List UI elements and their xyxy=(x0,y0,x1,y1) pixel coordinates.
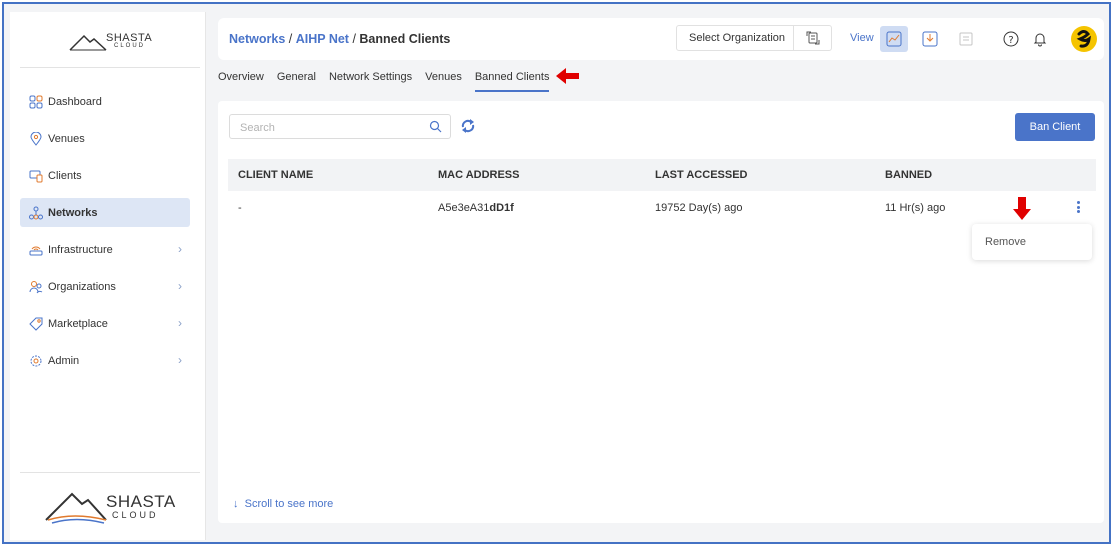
client-name-cell: - xyxy=(238,202,242,214)
mountain-logo-icon xyxy=(45,492,107,524)
view-label: View xyxy=(850,32,874,44)
tab-network-settings[interactable]: Network Settings xyxy=(329,66,412,92)
graph-view-icon xyxy=(886,31,902,47)
bell-icon[interactable] xyxy=(1029,28,1051,50)
sidebar-item-clients[interactable]: Clients xyxy=(20,161,190,190)
brand-name: SHASTA xyxy=(106,492,176,511)
row-actions-menu: Remove xyxy=(972,224,1092,260)
router-icon xyxy=(29,243,43,257)
sidebar-item-marketplace[interactable]: Marketplace › xyxy=(20,309,190,338)
sidebar-nav: Dashboard Venues Clients Networks Infras… xyxy=(20,87,190,383)
banned-cell: 11 Hr(s) ago xyxy=(885,202,946,214)
app-frame: SHASTA CLOUD Dashboard Venues Clients Ne… xyxy=(2,2,1111,544)
users-icon xyxy=(29,280,43,294)
mountain-logo-icon xyxy=(69,34,107,51)
tab-banned-clients[interactable]: Banned Clients xyxy=(474,66,550,92)
header-bar: Networks / AIHP Net / Banned Clients Sel… xyxy=(218,18,1104,60)
tag-icon xyxy=(29,317,43,331)
annotation-arrow-left-icon xyxy=(556,68,579,84)
search-input[interactable]: Search xyxy=(229,114,451,139)
brand-sub: CLOUD xyxy=(114,43,146,49)
sidebar-item-label: Admin xyxy=(48,354,80,367)
svg-text:?: ? xyxy=(1008,35,1013,46)
location-pin-icon xyxy=(29,131,43,146)
dashboard-icon xyxy=(29,95,43,109)
sidebar-item-label: Clients xyxy=(48,169,82,182)
sidebar-item-label: Venues xyxy=(48,132,85,145)
breadcrumb-current: Banned Clients xyxy=(359,32,451,46)
chevron-right-icon: › xyxy=(178,279,182,293)
sidebar-item-dashboard[interactable]: Dashboard xyxy=(20,87,190,116)
sidebar-item-networks[interactable]: Networks xyxy=(20,198,190,227)
tab-bar: Overview General Network Settings Venues… xyxy=(218,66,562,92)
breadcrumb-networks-link[interactable]: Networks xyxy=(229,32,285,46)
table-header: CLIENT NAME MAC ADDRESS LAST ACCESSED BA… xyxy=(228,159,1096,191)
organization-select-label: Select Organization xyxy=(689,32,785,44)
sidebar-divider xyxy=(20,67,200,68)
chevron-right-icon: › xyxy=(178,242,182,256)
view-graph-button[interactable] xyxy=(880,26,908,52)
chevron-right-icon: › xyxy=(178,316,182,330)
tab-venues[interactable]: Venues xyxy=(425,66,462,92)
sidebar-item-label: Dashboard xyxy=(48,95,102,108)
mac-address-prefix: A5e3eA31 xyxy=(438,202,490,214)
search-icon xyxy=(429,120,442,136)
table-row: - A5e3eA31dD1f 19752 Day(s) ago 11 Hr(s)… xyxy=(228,193,1096,223)
sidebar-item-label: Marketplace xyxy=(48,317,108,330)
sidebar-divider xyxy=(20,472,200,473)
tab-overview[interactable]: Overview xyxy=(218,66,264,92)
breadcrumb-separator: / xyxy=(285,32,296,46)
column-header-banned[interactable]: BANNED xyxy=(885,169,932,181)
avatar[interactable] xyxy=(1070,25,1098,53)
sidebar: SHASTA CLOUD Dashboard Venues Clients Ne… xyxy=(10,12,206,540)
organization-select[interactable]: Select Organization xyxy=(676,25,832,51)
breadcrumb-separator: / xyxy=(348,32,360,46)
sidebar-item-infrastructure[interactable]: Infrastructure › xyxy=(20,235,190,264)
mac-address-suffix: dD1f xyxy=(489,202,514,214)
brand-sub: CLOUD xyxy=(112,510,159,520)
refresh-icon[interactable] xyxy=(460,118,476,137)
last-accessed-cell: 19752 Day(s) ago xyxy=(655,202,743,214)
column-header-last-accessed[interactable]: LAST ACCESSED xyxy=(655,169,748,181)
gear-icon xyxy=(29,354,43,368)
brand-logo-bottom: SHASTA CLOUD xyxy=(44,490,184,526)
sidebar-item-label: Organizations xyxy=(48,280,116,293)
brand-logo-top: SHASTA CLOUD xyxy=(68,30,168,54)
column-header-mac-address[interactable]: MAC ADDRESS xyxy=(438,169,520,181)
view-map-button[interactable] xyxy=(916,26,944,52)
help-icon[interactable]: ? xyxy=(1000,28,1022,50)
breadcrumb-network-link[interactable]: AIHP Net xyxy=(296,32,349,46)
mac-address-cell: A5e3eA31dD1f xyxy=(438,202,514,214)
row-actions-kebab-icon[interactable] xyxy=(1073,199,1083,215)
sidebar-item-admin[interactable]: Admin › xyxy=(20,346,190,375)
map-view-icon xyxy=(922,31,938,47)
annotation-arrow-down-icon xyxy=(1013,197,1031,220)
column-header-client-name[interactable]: CLIENT NAME xyxy=(238,169,313,181)
scroll-hint: ↓ Scroll to see more xyxy=(233,498,333,510)
ban-client-button[interactable]: Ban Client xyxy=(1015,113,1095,141)
sidebar-item-venues[interactable]: Venues xyxy=(20,124,190,153)
remove-menu-item[interactable]: Remove xyxy=(985,236,1026,248)
devices-icon xyxy=(29,169,43,183)
chevron-right-icon: › xyxy=(178,353,182,367)
sidebar-item-label: Infrastructure xyxy=(48,243,113,256)
list-view-icon xyxy=(959,32,973,46)
banned-clients-panel: Search Ban Client CLIENT NAME MAC ADDRES… xyxy=(218,101,1104,523)
organization-switch-icon[interactable] xyxy=(793,26,831,50)
network-icon xyxy=(29,206,43,220)
search-placeholder: Search xyxy=(240,122,275,134)
sidebar-item-label: Networks xyxy=(48,206,98,219)
tab-general[interactable]: General xyxy=(277,66,316,92)
scroll-hint-label: Scroll to see more xyxy=(244,498,334,510)
sidebar-item-organizations[interactable]: Organizations › xyxy=(20,272,190,301)
view-list-button[interactable] xyxy=(952,26,980,52)
breadcrumb: Networks / AIHP Net / Banned Clients xyxy=(229,32,450,46)
arrow-down-icon: ↓ xyxy=(233,498,239,510)
